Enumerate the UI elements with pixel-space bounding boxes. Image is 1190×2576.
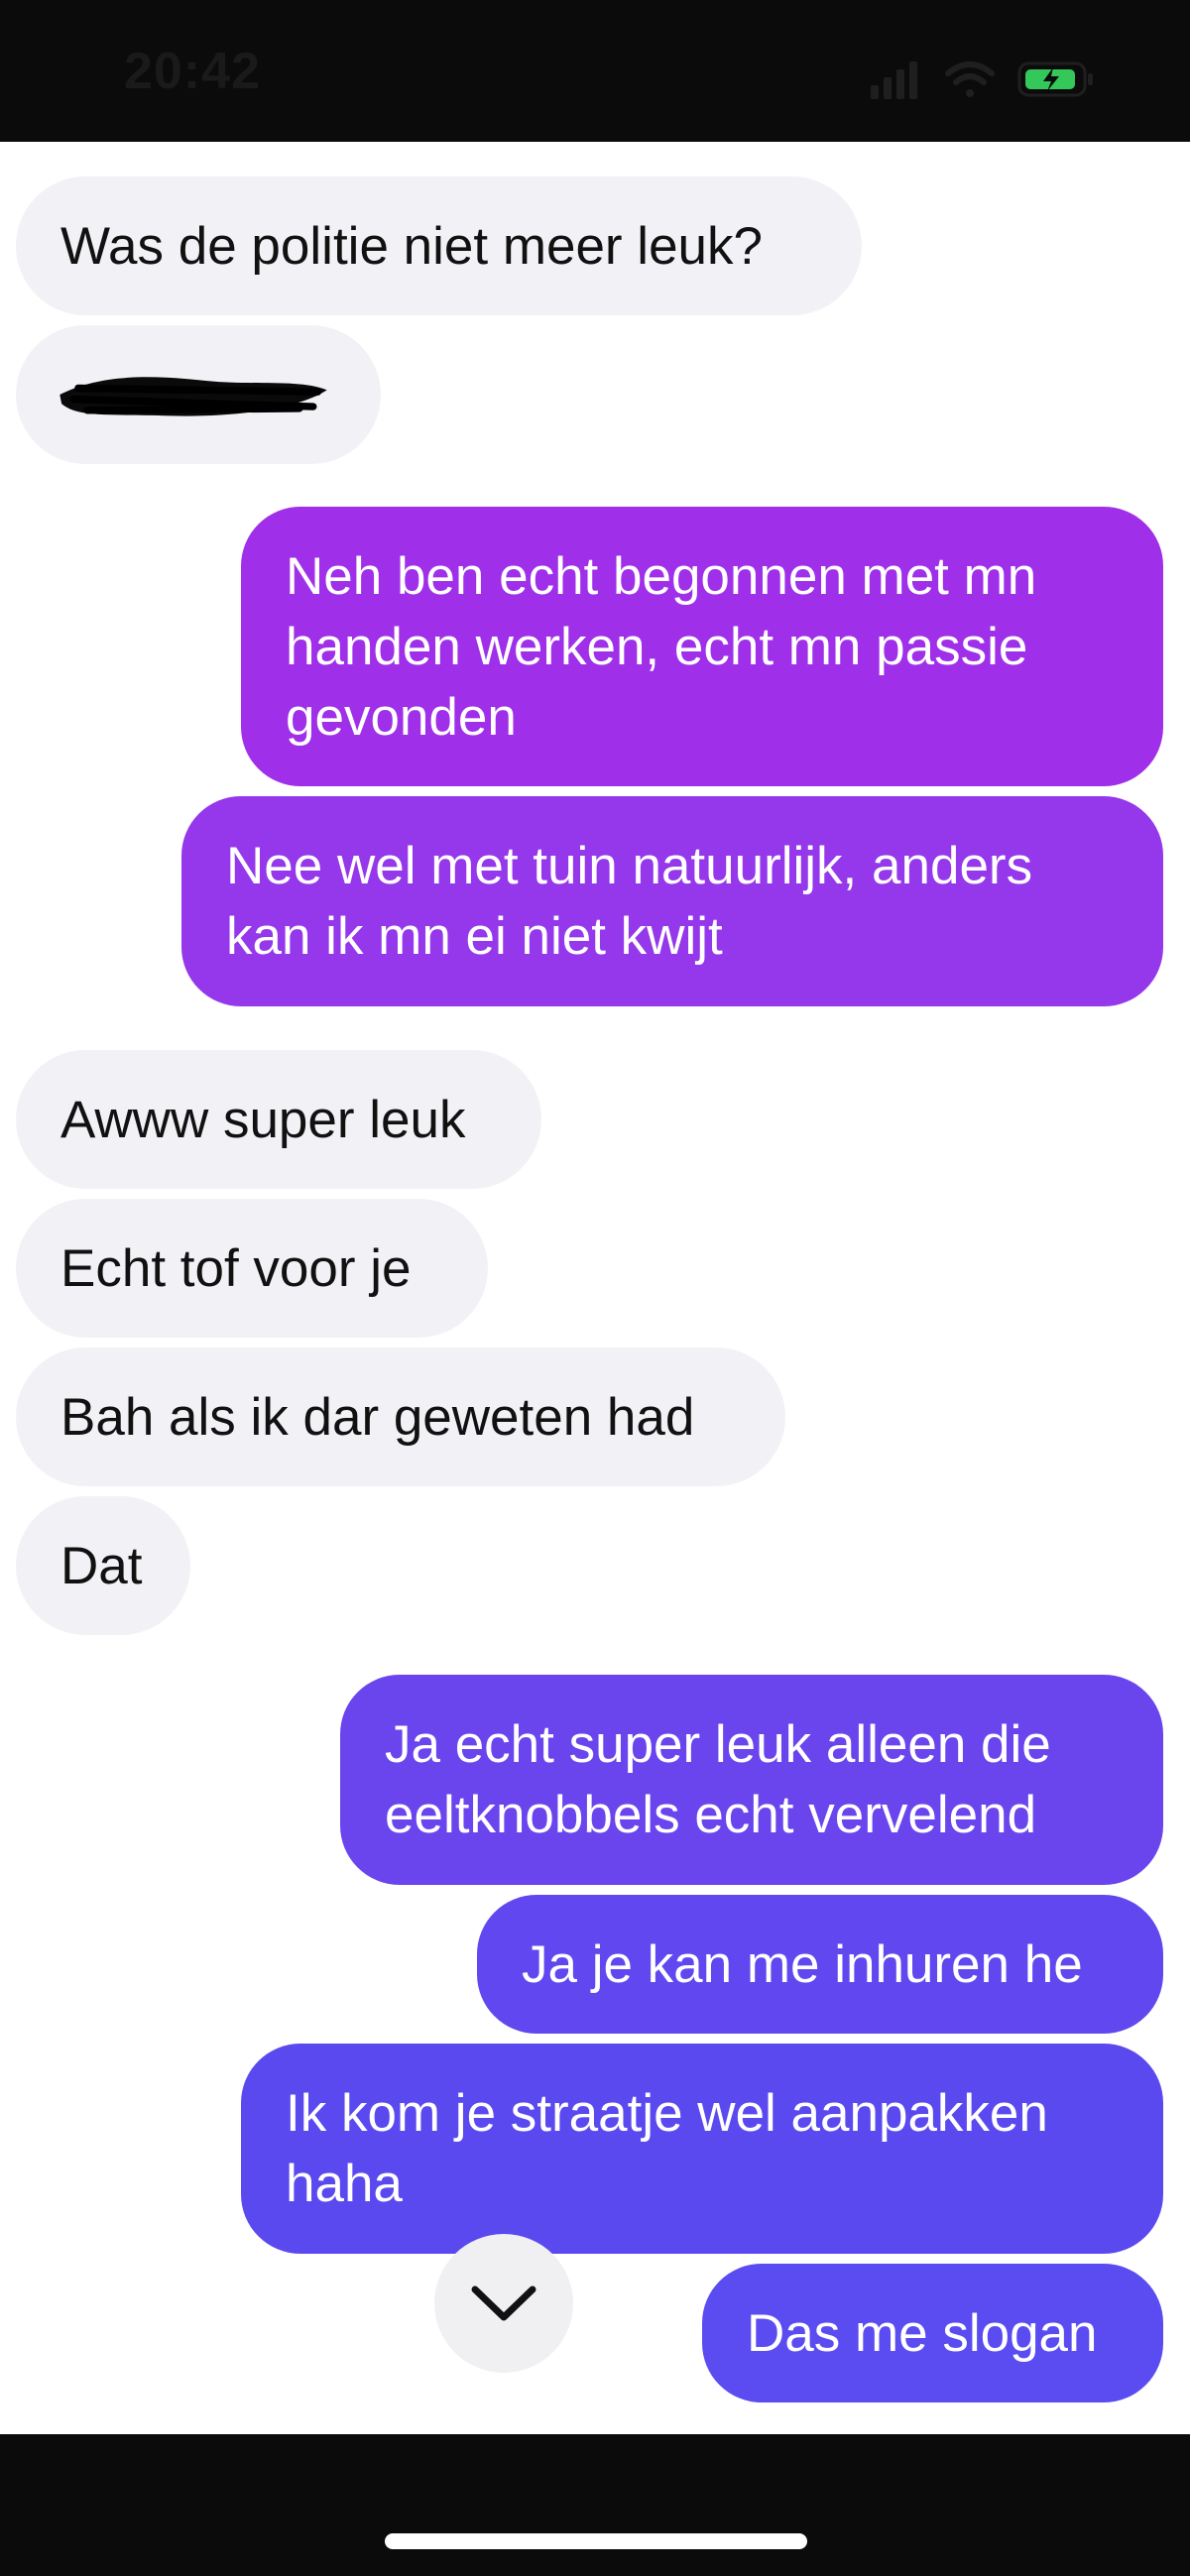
message-incoming: Was de politie niet meer leuk? — [16, 176, 862, 315]
home-indicator[interactable] — [385, 2533, 807, 2549]
message-incoming: Dat — [16, 1496, 190, 1635]
scroll-to-bottom-button[interactable] — [434, 2234, 573, 2373]
message-text: Das me slogan — [747, 2303, 1098, 2363]
message-text: Ik kom je straatje wel aanpakken haha — [286, 2084, 1063, 2213]
message-text: Dat — [60, 1536, 143, 1595]
message-text: Echt tof voor je — [60, 1238, 412, 1298]
message-outgoing: Nee wel met tuin natuurlijk, anders kan … — [181, 796, 1163, 1006]
chevron-down-icon — [471, 2285, 536, 2321]
home-bar — [0, 2434, 1190, 2576]
message-text: Bah als ik dar geweten had — [60, 1387, 695, 1447]
battery-charging-icon — [1017, 61, 1093, 97]
redaction-scribble — [60, 377, 327, 416]
status-time: 20:42 — [124, 43, 261, 100]
message-text: Neh ben echt begonnen met mn handen werk… — [286, 546, 1051, 747]
message-incoming: Bah als ik dar geweten had — [16, 1347, 785, 1486]
message-incoming: Echt tof voor je — [16, 1199, 488, 1338]
wifi-icon — [945, 61, 995, 97]
message-outgoing: Ik kom je straatje wel aanpakken haha — [241, 2044, 1163, 2254]
message-outgoing: Ja je kan me inhuren he — [477, 1895, 1163, 2034]
chat-thread: Was de politie niet meer leuk? Neh ben e… — [0, 142, 1190, 2434]
message-text: Was de politie niet meer leuk? — [60, 216, 763, 276]
message-outgoing: Das me slogan — [702, 2264, 1163, 2402]
status-icons — [871, 61, 1093, 99]
message-incoming: Awww super leuk — [16, 1050, 541, 1189]
message-text: Ja je kan me inhuren he — [522, 1934, 1083, 1994]
message-text: Ja echt super leuk alleen die eeltknobbe… — [385, 1715, 1066, 1844]
message-text: Awww super leuk — [60, 1090, 466, 1149]
status-bar: 20:42 — [0, 0, 1190, 142]
message-outgoing: Neh ben echt begonnen met mn handen werk… — [241, 507, 1163, 786]
message-outgoing: Ja echt super leuk alleen die eeltknobbe… — [340, 1675, 1163, 1885]
cellular-signal-icon — [871, 61, 917, 99]
message-incoming-redacted — [16, 325, 381, 464]
message-text: Nee wel met tuin natuurlijk, anders kan … — [226, 837, 1047, 966]
